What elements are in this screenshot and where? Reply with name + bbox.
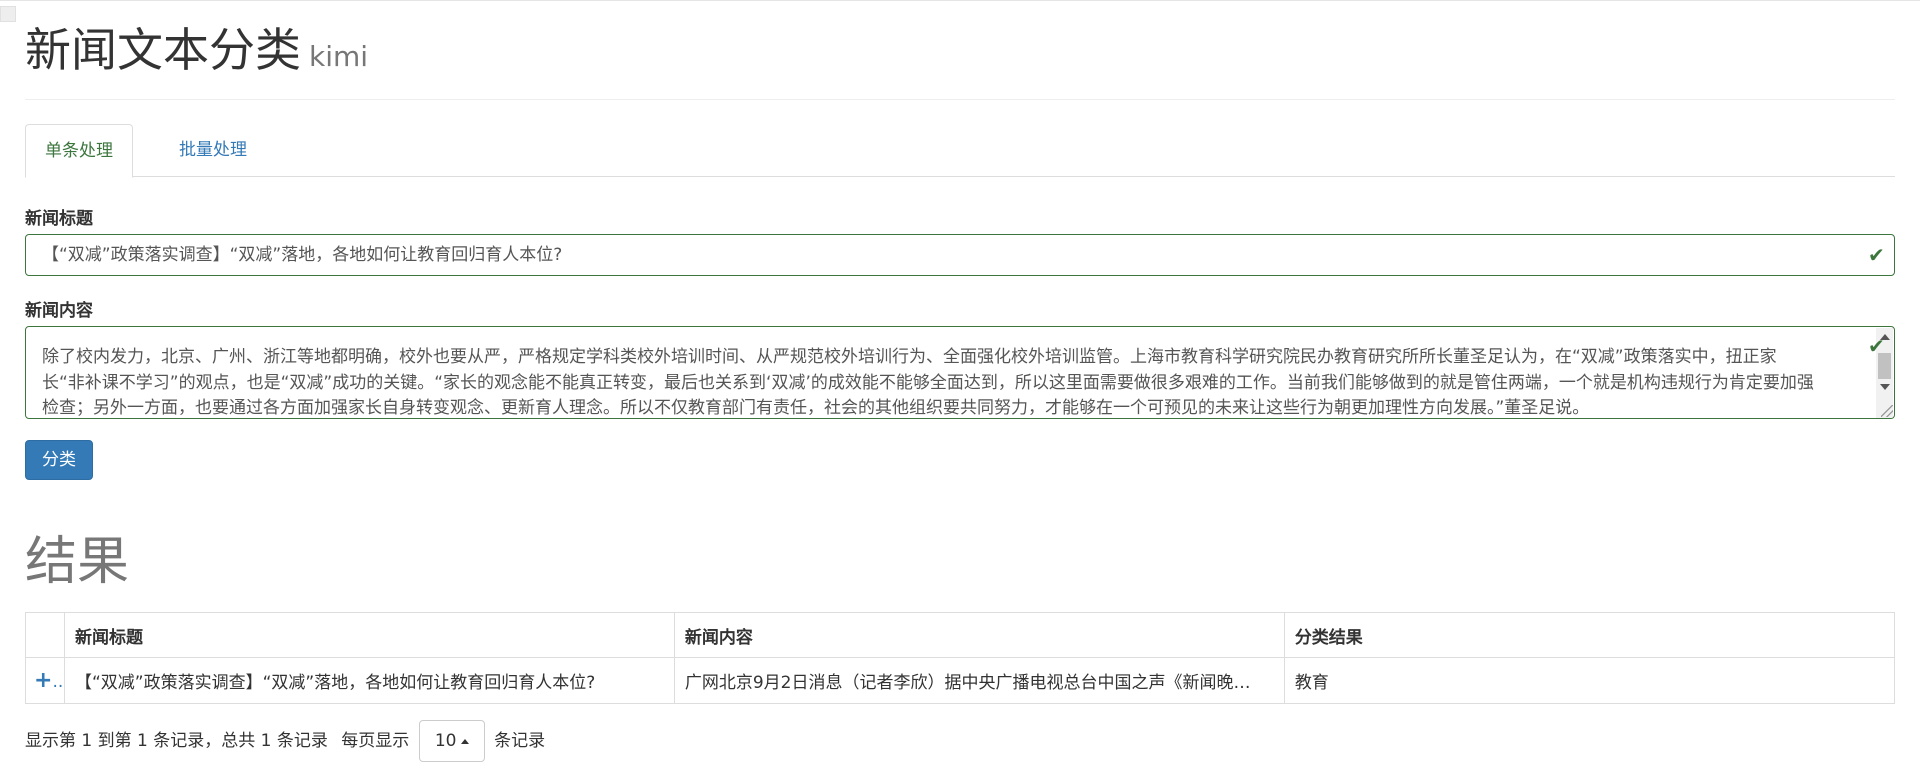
main-container: 新闻文本分类 kimi 单条处理 批量处理 新闻标题 【“双减”政策落实调查】“双… [25, 0, 1896, 762]
page-title: 新闻文本分类 kimi [25, 22, 1895, 85]
check-icon: ✔ [1868, 243, 1885, 267]
cell-category: 教育 [1283, 657, 1896, 704]
tab-bar: 单条处理 批量处理 [25, 124, 1895, 178]
table-header-row: 新闻标题 新闻内容 分类结果 [25, 612, 1896, 658]
title-label: 新闻标题 [25, 209, 93, 229]
classify-button[interactable]: 分类 [25, 440, 93, 480]
column-header-title[interactable]: 新闻标题 [63, 612, 675, 658]
resize-handle-icon[interactable] [1881, 405, 1893, 417]
content-textarea[interactable]: 除了校内发力，北京、广州、浙江等地都明确，校外也要从严，严格规定学科类校外培训时… [25, 326, 1895, 419]
per-page-suffix: 条记录 [494, 731, 546, 751]
page-subtitle: kimi [309, 40, 369, 73]
results-table: 新闻标题 新闻内容 分类结果 +.. 【“双减”政策落实调查】“双减”落地，各地… [25, 612, 1896, 704]
cell-title: 【“双减”政策落实调查】“双减”落地，各地如何让教育回归育人本位? [63, 657, 675, 704]
results-heading: 结果 [25, 532, 130, 592]
expand-column-header [25, 612, 65, 658]
column-header-content[interactable]: 新闻内容 [673, 612, 1285, 658]
scroll-down-arrow-icon[interactable] [1880, 384, 1890, 390]
check-icon: ✔ [1868, 334, 1885, 358]
page-size-value: 10 [434, 731, 457, 751]
tab-batch[interactable]: 批量处理 [160, 124, 266, 178]
page-header: 新闻文本分类 kimi [25, 0, 1895, 100]
content-label: 新闻内容 [25, 301, 93, 321]
tab-single[interactable]: 单条处理 [25, 124, 133, 178]
page-title-text: 新闻文本分类 [25, 23, 301, 77]
table-row: +.. 【“双减”政策落实调查】“双减”落地，各地如何让教育回归育人本位? 广网… [25, 657, 1896, 704]
cell-content: 广网北京9月2日消息（记者李欣）据中央广播电视总台中国之声《新闻晚… [673, 657, 1285, 704]
page-icon [0, 6, 16, 22]
pagination-summary: 显示第 1 到第 1 条记录，总共 1 条记录 [25, 731, 328, 751]
content-text: 除了校内发力，北京、广州、浙江等地都明确，校外也要从严，严格规定学科类校外培训时… [42, 347, 1814, 418]
caret-up-icon [460, 738, 469, 744]
page-size-dropdown[interactable]: 10 [418, 720, 485, 762]
per-page-prefix: 每页显示 [341, 731, 410, 751]
title-input[interactable]: 【“双减”政策落实调查】“双减”落地，各地如何让教育回归育人本位? [25, 234, 1895, 276]
plus-icon[interactable]: + [34, 668, 52, 693]
pagination-info: 显示第 1 到第 1 条记录，总共 1 条记录 每页显示 10 条记录 [25, 720, 545, 762]
expand-cell[interactable]: +.. [25, 657, 65, 704]
column-header-category[interactable]: 分类结果 [1283, 612, 1896, 658]
